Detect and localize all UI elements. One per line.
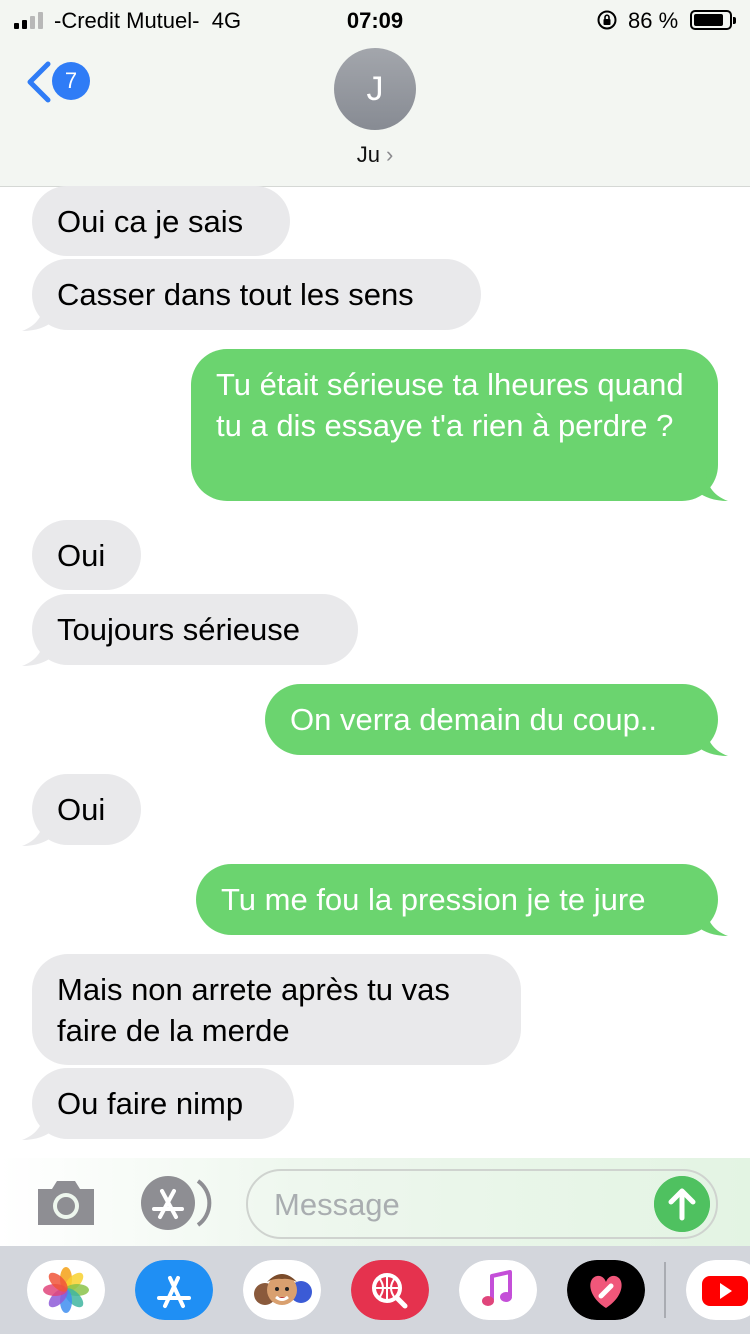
message-bubble-outgoing[interactable]: Tu était sérieuse ta lheures quand tu a … <box>191 349 718 501</box>
battery-percentage: 86 % <box>628 8 679 33</box>
contact-name: Ju <box>356 142 380 167</box>
drawer-separator <box>664 1262 666 1318</box>
bubble-tail <box>22 815 52 846</box>
message-bubble-incoming[interactable]: Casser dans tout les sens <box>32 259 481 330</box>
message-field[interactable] <box>246 1169 718 1239</box>
web-search-icon[interactable] <box>351 1260 429 1320</box>
bubble-tail <box>22 300 52 331</box>
app-store-icon[interactable] <box>135 1260 213 1320</box>
contact-name-button[interactable]: Ju › <box>0 142 750 168</box>
contact-avatar[interactable]: J <box>334 48 416 130</box>
bubble-tail <box>22 1109 52 1140</box>
music-icon[interactable] <box>459 1260 537 1320</box>
message-bubble-incoming[interactable]: Ou faire nimp <box>32 1068 294 1139</box>
photos-icon[interactable] <box>27 1260 105 1320</box>
chevron-right-icon: › <box>385 142 394 167</box>
send-arrow-icon[interactable] <box>654 1176 710 1232</box>
memoji-icon[interactable] <box>243 1260 321 1320</box>
message-bubble-incoming[interactable]: Oui <box>32 520 141 590</box>
bubble-tail <box>698 470 728 501</box>
battery-icon <box>690 10 736 30</box>
app-store-apps-icon[interactable] <box>140 1175 212 1231</box>
message-bubble-outgoing[interactable]: Tu me fou la pression je te jure <box>196 864 718 935</box>
message-bubble-outgoing[interactable]: On verra demain du coup.. <box>265 684 718 755</box>
message-bubble-incoming[interactable]: Toujours sérieuse <box>32 594 358 665</box>
message-bubble-incoming[interactable]: Mais non arrete après tu vas faire de la… <box>32 954 521 1065</box>
camera-icon[interactable] <box>34 1177 98 1227</box>
bubble-tail <box>698 905 728 936</box>
youtube-icon[interactable] <box>686 1260 750 1320</box>
bubble-tail <box>698 725 728 756</box>
unread-count-badge[interactable]: 7 <box>52 62 90 100</box>
message-input[interactable] <box>272 1183 636 1227</box>
bubble-tail <box>22 635 52 666</box>
status-bar: -Credit Mutuel- 4G 07:09 86 % <box>0 0 750 40</box>
rotation-lock-icon <box>597 10 617 30</box>
digital-touch-icon[interactable] <box>567 1260 645 1320</box>
message-bubble-incoming[interactable]: Oui ca je sais <box>32 186 290 256</box>
